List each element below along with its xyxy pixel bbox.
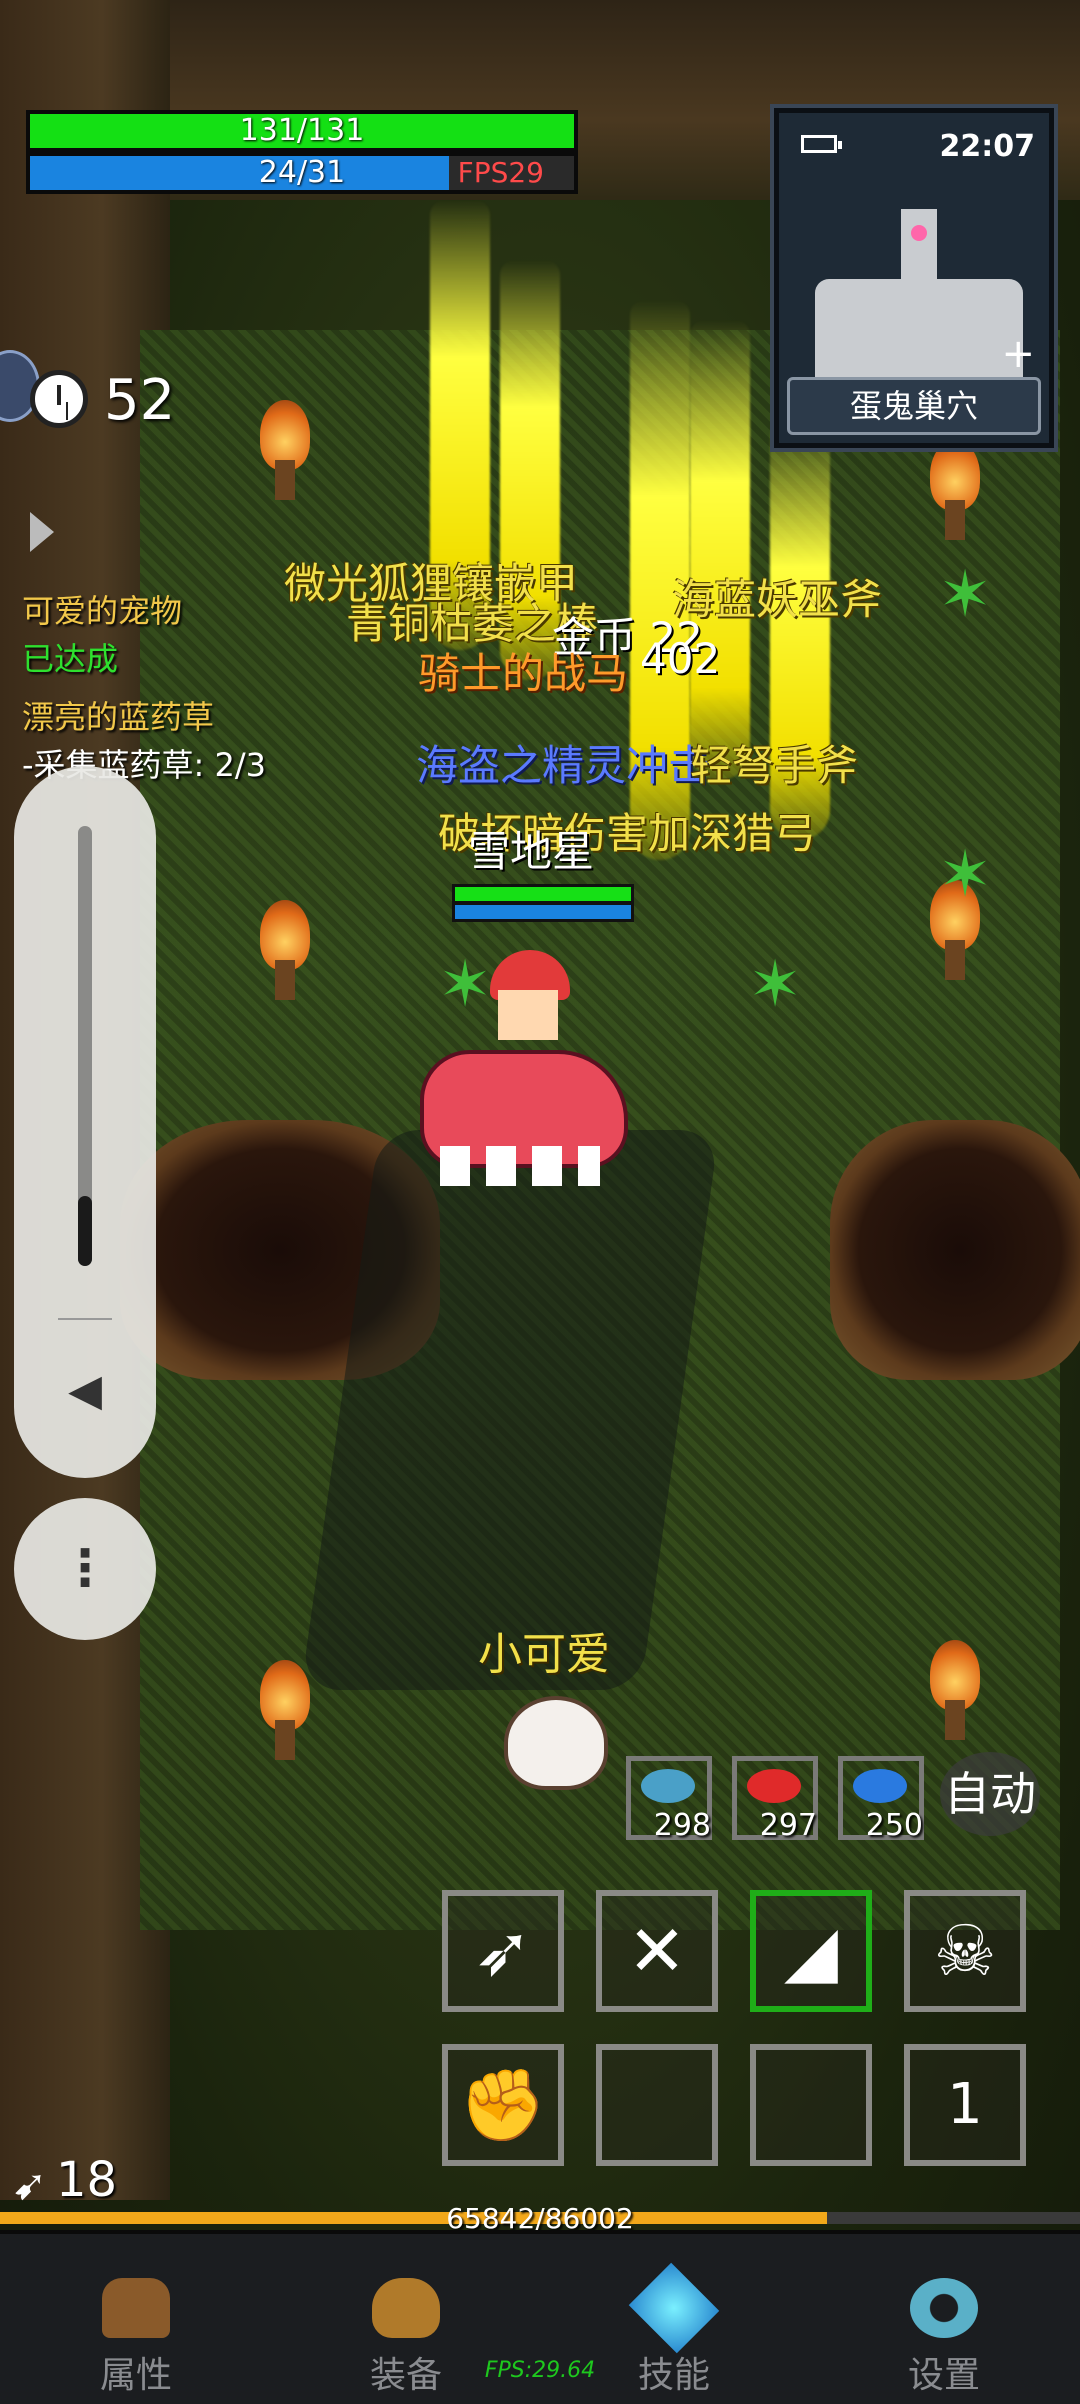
player-marker-icon <box>911 225 927 241</box>
item-label[interactable]: 骑士的战马 <box>418 640 628 701</box>
plant-icon: ✶ <box>748 948 802 1022</box>
potion-slot[interactable]: 250 <box>838 1756 924 1843</box>
skill-slot-wave[interactable]: ◢ <box>750 1890 872 2012</box>
mute-icon[interactable]: ◀ <box>60 1366 110 1416</box>
potion-count: 298 <box>653 1808 711 1843</box>
potion-count: 297 <box>759 1808 817 1843</box>
light-beam <box>690 320 750 780</box>
torch <box>250 900 320 1000</box>
skill-page-number: 1 <box>947 2072 983 2137</box>
skill-slot-empty[interactable] <box>750 2044 872 2166</box>
more-options-button[interactable]: ⋮ <box>14 1498 156 1640</box>
map-corridor <box>901 209 937 289</box>
auto-button[interactable]: 自动 <box>940 1752 1040 1836</box>
gear-icon <box>910 2278 978 2338</box>
fps-label: FPS29 <box>457 156 544 189</box>
bag-icon <box>372 2278 440 2338</box>
mp-bar: 24/31 FPS29 <box>26 152 578 194</box>
fish-icon <box>641 1769 695 1803</box>
plus-icon[interactable]: + <box>1001 331 1035 377</box>
damage-number: 402 <box>640 634 721 683</box>
attack-value: 18 <box>56 2152 118 2208</box>
tree-hollow-right <box>830 1120 1080 1380</box>
fist-skill-icon: ✊ <box>459 2064 547 2146</box>
meat-icon <box>747 1769 801 1803</box>
player-hp-bar <box>452 884 634 904</box>
quest-line: 漂亮的蓝药草 <box>22 698 215 736</box>
skill-slot-cross-slash[interactable]: ✕ <box>596 1890 718 2012</box>
player-character[interactable] <box>410 950 628 1200</box>
skill-slot-empty[interactable] <box>596 2044 718 2166</box>
footer-fps: FPS:29.64 <box>484 2358 596 2383</box>
summon-skill-icon: ☠ <box>933 1910 997 1992</box>
mana-fish-icon <box>853 1769 907 1803</box>
skill-slot-punch[interactable]: ✊ <box>442 2044 564 2166</box>
torch <box>250 400 320 500</box>
potion-count: 250 <box>865 1808 923 1843</box>
potion-slot[interactable]: 298 <box>626 1756 712 1843</box>
clock-text: 22:07 <box>939 129 1036 164</box>
minimap[interactable]: 22:07 + 蛋鬼巢穴 <box>770 104 1058 452</box>
skill-slot-summon[interactable]: ☠ <box>904 1890 1026 2012</box>
cross-slash-skill-icon: ✕ <box>627 1910 687 1992</box>
location-name: 蛋鬼巢穴 <box>787 377 1041 435</box>
expand-arrow-icon[interactable] <box>30 512 54 552</box>
torch <box>250 1660 320 1760</box>
crystal-icon <box>628 2262 720 2354</box>
hp-text: 131/131 <box>239 113 365 148</box>
helmet-icon <box>102 2278 170 2338</box>
skill-slot-dash[interactable]: ➶ <box>442 1890 564 2012</box>
wave-skill-icon: ◢ <box>784 1910 838 1992</box>
torch <box>920 440 990 540</box>
potion-slot[interactable]: 297 <box>732 1756 818 1843</box>
dash-skill-icon: ➶ <box>473 1910 533 1992</box>
skill-page-button[interactable]: 1 <box>904 2044 1026 2166</box>
divider <box>58 1318 112 1320</box>
volume-slider-fill <box>78 1196 92 1266</box>
player-mp-bar <box>452 902 634 922</box>
item-label[interactable]: 轻弩手斧 <box>690 732 858 793</box>
item-label[interactable]: 海盗之精灵冲击 <box>416 732 710 793</box>
timer-count: 52 <box>104 368 176 433</box>
torch <box>920 1640 990 1740</box>
map-room <box>815 279 1023 379</box>
pet-rabbit[interactable] <box>504 1696 608 1790</box>
battery-icon <box>801 135 842 153</box>
quest-line: 可爱的宠物 <box>22 592 183 630</box>
plant-icon: ✶ <box>938 558 992 632</box>
plant-icon: ✶ <box>938 838 992 912</box>
item-label[interactable]: 海蓝妖巫斧 <box>672 566 882 627</box>
quest-line: 已达成 <box>22 640 119 678</box>
hp-bar: 131/131 <box>26 110 578 152</box>
floating-side-panel[interactable]: ◀ <box>14 766 156 1478</box>
player-name: 雪地星 <box>468 827 595 876</box>
pet-name: 小可爱 <box>478 1629 610 1680</box>
alarm-clock-icon <box>30 370 88 428</box>
